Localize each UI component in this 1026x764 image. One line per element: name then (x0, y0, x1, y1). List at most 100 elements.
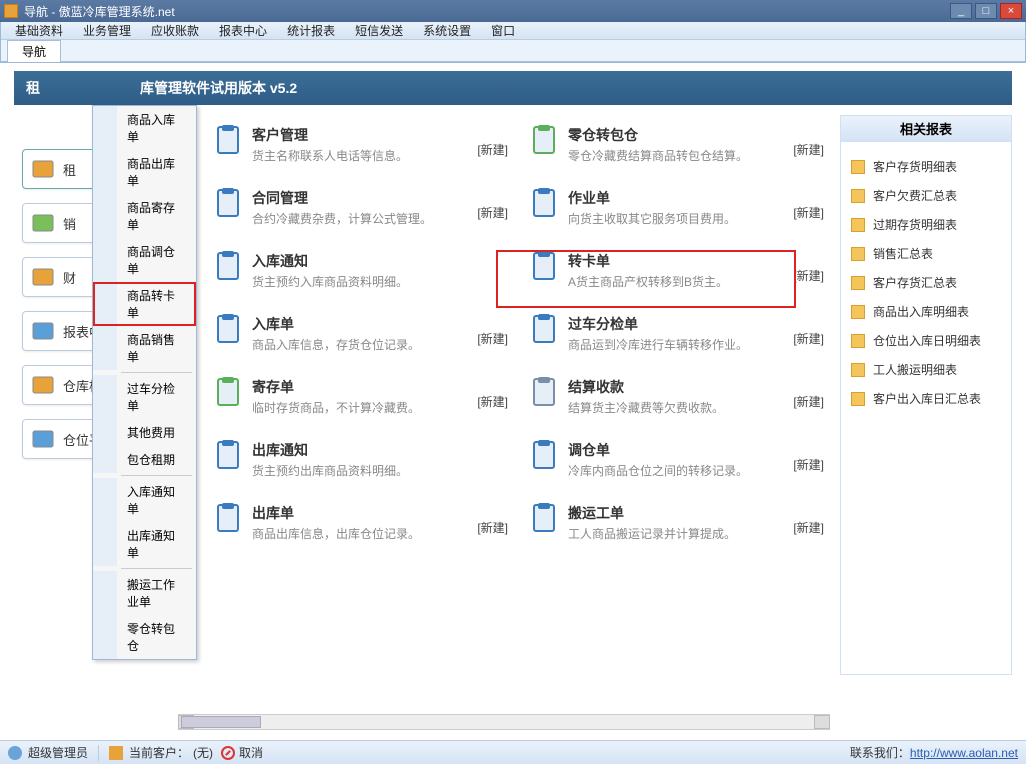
menu-6[interactable]: 系统设置 (413, 21, 481, 40)
func-3[interactable]: 作业单向货主收取其它服务项目费用。[新建] (528, 188, 828, 227)
func-10[interactable]: 出库通知货主预约出库商品资料明细。 (212, 440, 512, 479)
report-item-0[interactable]: 客户存货明细表 (851, 152, 1011, 181)
func-new-link[interactable]: [新建] (793, 267, 824, 284)
menu-0[interactable]: 基础资料 (5, 21, 73, 40)
customer-label: 当前客户： (129, 744, 189, 761)
report-item-1[interactable]: 客户欠费汇总表 (851, 181, 1011, 210)
func-new-link[interactable]: [新建] (477, 330, 508, 347)
menu-7[interactable]: 窗口 (481, 21, 525, 40)
dropdown-item-14[interactable]: 搬运工作业单 (93, 571, 196, 615)
menu-5[interactable]: 短信发送 (345, 21, 413, 40)
menu-2[interactable]: 应收账款 (141, 21, 209, 40)
nav-icon-report (31, 319, 55, 343)
report-label: 仓位出入库日明细表 (873, 332, 981, 349)
func-new-link[interactable]: [新建] (793, 456, 824, 473)
dropdown-item-2[interactable]: 商品寄存单 (93, 194, 196, 238)
report-item-2[interactable]: 过期存货明细表 (851, 210, 1011, 239)
func-title: 入库通知 (252, 251, 512, 271)
func-13[interactable]: 搬运工单工人商品搬运记录并计算提成。[新建] (528, 503, 828, 542)
func-12[interactable]: 出库单商品出库信息，出库仓位记录。[新建] (212, 503, 512, 542)
scroll-thumb[interactable] (181, 716, 261, 728)
related-reports-title: 相关报表 (841, 116, 1011, 142)
func-title: 出库单 (252, 503, 512, 523)
nav-icon-fin (31, 265, 55, 289)
func-new-link[interactable]: [新建] (793, 141, 824, 158)
contact-link[interactable]: http://www.aolan.net (910, 746, 1018, 760)
cancel-label[interactable]: 取消 (239, 744, 263, 761)
report-icon (851, 276, 865, 290)
dropdown-item-9[interactable]: 包仓租期 (93, 446, 196, 473)
func-4[interactable]: 入库通知货主预约入库商品资料明细。 (212, 251, 512, 290)
tab-nav[interactable]: 导航 (7, 40, 61, 62)
report-icon (851, 392, 865, 406)
func-desc: 商品运到冷库进行车辆转移作业。 (568, 336, 828, 353)
menu-1[interactable]: 业务管理 (73, 21, 141, 40)
dropdown-item-15[interactable]: 零仓转包仓 (93, 615, 196, 659)
dropdown-item-5[interactable]: 商品销售单 (93, 326, 196, 370)
close-button[interactable]: × (1000, 3, 1022, 19)
maximize-button[interactable]: □ (975, 3, 997, 19)
func-9[interactable]: 结算收款结算货主冷藏费等欠费收款。[新建] (528, 377, 828, 416)
report-icon (851, 305, 865, 319)
func-title: 过车分检单 (568, 314, 828, 334)
func-title: 结算收款 (568, 377, 828, 397)
func-new-link[interactable]: [新建] (477, 204, 508, 221)
func-desc: 货主预约入库商品资料明细。 (252, 273, 512, 290)
header-prefix: 租 (26, 78, 40, 98)
minimize-button[interactable]: _ (950, 3, 972, 19)
func-title: 寄存单 (252, 377, 512, 397)
report-label: 工人搬运明细表 (873, 361, 957, 378)
func-title: 零仓转包仓 (568, 125, 828, 145)
user-status-icon (8, 746, 22, 760)
func-desc: 货主预约出库商品资料明细。 (252, 462, 512, 479)
func-new-link[interactable]: [新建] (793, 393, 824, 410)
report-item-6[interactable]: 仓位出入库日明细表 (851, 326, 1011, 355)
cancel-icon[interactable] (221, 746, 235, 760)
report-label: 客户存货明细表 (873, 158, 957, 175)
func-new-link[interactable]: [新建] (477, 141, 508, 158)
func-new-link[interactable]: [新建] (477, 519, 508, 536)
business-menu-dropdown[interactable]: 商品入库单商品出库单商品寄存单商品调仓单商品转卡单商品销售单过车分检单其他费用包… (92, 105, 197, 660)
app-icon (4, 4, 18, 18)
func-new-link[interactable]: [新建] (477, 393, 508, 410)
horizontal-scrollbar[interactable] (178, 714, 830, 730)
func-icon (212, 188, 244, 220)
dropdown-item-4[interactable]: 商品转卡单 (93, 282, 196, 326)
menu-3[interactable]: 报表中心 (209, 21, 277, 40)
report-item-4[interactable]: 客户存货汇总表 (851, 268, 1011, 297)
nav-label: 销 (63, 214, 76, 233)
report-item-3[interactable]: 销售汇总表 (851, 239, 1011, 268)
dropdown-item-1[interactable]: 商品出库单 (93, 150, 196, 194)
func-2[interactable]: 合同管理合约冷藏费杂费，计算公式管理。[新建] (212, 188, 512, 227)
dropdown-item-3[interactable]: 商品调仓单 (93, 238, 196, 282)
report-item-7[interactable]: 工人搬运明细表 (851, 355, 1011, 384)
func-new-link[interactable]: [新建] (793, 204, 824, 221)
report-icon (851, 218, 865, 232)
scroll-right-arrow[interactable] (814, 715, 830, 729)
func-new-link[interactable]: [新建] (793, 330, 824, 347)
report-label: 客户欠费汇总表 (873, 187, 957, 204)
func-6[interactable]: 入库单商品入库信息，存货仓位记录。[新建] (212, 314, 512, 353)
func-8[interactable]: 寄存单临时存货商品，不计算冷藏费。[新建] (212, 377, 512, 416)
nav-icon-sale (31, 211, 55, 235)
func-7[interactable]: 过车分检单商品运到冷库进行车辆转移作业。[新建] (528, 314, 828, 353)
report-item-5[interactable]: 商品出入库明细表 (851, 297, 1011, 326)
dropdown-item-8[interactable]: 其他费用 (93, 419, 196, 446)
func-desc: 商品入库信息，存货仓位记录。 (252, 336, 512, 353)
dropdown-item-12[interactable]: 出库通知单 (93, 522, 196, 566)
report-label: 过期存货明细表 (873, 216, 957, 233)
nav-icon-rent (31, 157, 55, 181)
func-0[interactable]: 客户管理货主名称联系人电话等信息。[新建] (212, 125, 512, 164)
func-icon (528, 440, 560, 472)
func-11[interactable]: 调仓单冷库内商品仓位之间的转移记录。[新建] (528, 440, 828, 479)
dropdown-item-7[interactable]: 过车分检单 (93, 375, 196, 419)
dropdown-item-0[interactable]: 商品入库单 (93, 106, 196, 150)
func-icon (528, 314, 560, 346)
dropdown-item-11[interactable]: 入库通知单 (93, 478, 196, 522)
func-desc: 结算货主冷藏费等欠费收款。 (568, 399, 828, 416)
func-1[interactable]: 零仓转包仓零仓冷藏费结算商品转包仓结算。[新建] (528, 125, 828, 164)
report-item-8[interactable]: 客户出入库日汇总表 (851, 384, 1011, 413)
func-new-link[interactable]: [新建] (793, 519, 824, 536)
func-desc: 零仓冷藏费结算商品转包仓结算。 (568, 147, 828, 164)
menu-4[interactable]: 统计报表 (277, 21, 345, 40)
